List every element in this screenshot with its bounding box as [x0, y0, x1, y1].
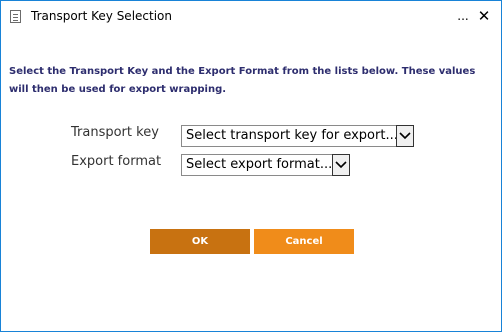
- export-format-selected-value: Select export format...: [186, 157, 333, 172]
- title-bar: Transport Key Selection ... ✕: [1, 1, 501, 31]
- ok-button[interactable]: OK: [150, 229, 250, 254]
- dialog-window: Transport Key Selection ... ✕ Select the…: [0, 0, 502, 332]
- chevron-down-icon[interactable]: [396, 125, 414, 147]
- chevron-down-icon[interactable]: [332, 154, 350, 176]
- instruction-text: Select the Transport Key and the Export …: [9, 66, 476, 95]
- export-format-select[interactable]: Select export format...: [181, 154, 350, 176]
- export-format-label: Export format: [71, 154, 162, 169]
- close-button[interactable]: ✕: [473, 6, 495, 26]
- transport-key-select[interactable]: Select transport key for export...: [181, 125, 414, 147]
- document-icon: [10, 10, 21, 23]
- more-options-button[interactable]: ...: [453, 6, 473, 26]
- window-title: Transport Key Selection: [31, 9, 172, 23]
- transport-key-label: Transport key: [71, 125, 159, 140]
- transport-key-selected-value: Select transport key for export...: [186, 128, 398, 143]
- cancel-button[interactable]: Cancel: [254, 229, 354, 254]
